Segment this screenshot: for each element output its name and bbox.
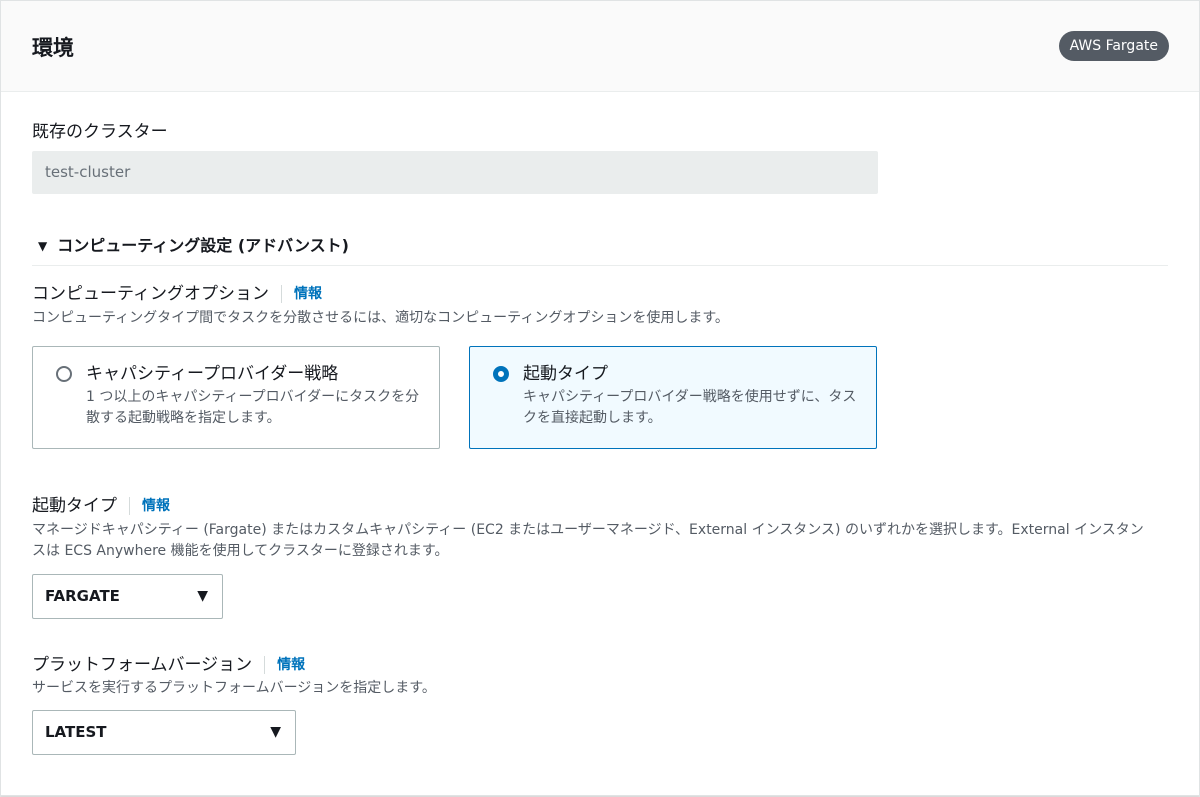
existing-cluster-field: test-cluster bbox=[32, 151, 878, 194]
platform-version-description: サービスを実行するプラットフォームバージョンを指定します。 bbox=[32, 680, 436, 696]
panel-title: 環境 bbox=[32, 36, 74, 60]
launch-type-select-value: FARGATE bbox=[45, 587, 120, 605]
capacity-provider-title: キャパシティープロバイダー戦略 bbox=[86, 364, 339, 384]
panel-header: 環境 AWS Fargate bbox=[1, 1, 1199, 92]
capacity-provider-radio[interactable] bbox=[56, 366, 72, 382]
environment-panel: 環境 AWS Fargate 既存のクラスター test-cluster ▼ コン… bbox=[0, 0, 1200, 796]
capacity-provider-description: 1 つ以上のキャパシティープロバイダーにタスクを分散する起動戦略を指定します。 bbox=[86, 389, 420, 426]
caret-down-icon: ▼ bbox=[38, 239, 48, 253]
launch-type-tile-description: キャパシティープロバイダー戦略を使用せずに、タスクを直接起動します。 bbox=[523, 389, 857, 426]
platform-version-label: プラットフォームバージョン bbox=[32, 655, 253, 675]
platform-version-label-row: プラットフォームバージョン 情報 bbox=[32, 650, 305, 675]
advanced-compute-expander[interactable]: ▼ コンピューティング設定 (アドバンスト) bbox=[38, 232, 349, 256]
launch-type-label: 起動タイプ bbox=[32, 496, 117, 516]
section-divider bbox=[32, 265, 1168, 266]
platform-version-info-link[interactable]: 情報 bbox=[264, 656, 305, 674]
launch-type-label-row: 起動タイプ 情報 bbox=[32, 491, 170, 516]
launch-type-tile-title: 起動タイプ bbox=[523, 364, 608, 384]
dropdown-caret-icon: ▼ bbox=[270, 724, 281, 740]
compute-options-label-row: コンピューティングオプション 情報 bbox=[32, 279, 322, 304]
capacity-provider-strategy-tile[interactable]: キャパシティープロバイダー戦略 1 つ以上のキャパシティープロバイダーにタスクを… bbox=[32, 346, 440, 449]
existing-cluster-label: 既存のクラスター bbox=[32, 122, 168, 142]
fargate-badge: AWS Fargate bbox=[1058, 31, 1169, 61]
advanced-compute-title: コンピューティング設定 (アドバンスト) bbox=[57, 236, 349, 255]
launch-type-tile[interactable]: 起動タイプ キャパシティープロバイダー戦略を使用せずに、タスクを直接起動します。 bbox=[469, 346, 877, 449]
platform-version-select-value: LATEST bbox=[45, 723, 107, 741]
dropdown-caret-icon: ▼ bbox=[197, 588, 208, 604]
launch-type-description: マネージドキャパシティー (Fargate) またはカスタムキャパシティー (E… bbox=[32, 522, 1144, 559]
launch-type-info-link[interactable]: 情報 bbox=[129, 497, 170, 515]
launch-type-select[interactable]: FARGATE ▼ bbox=[32, 574, 223, 619]
platform-version-select[interactable]: LATEST ▼ bbox=[32, 710, 296, 755]
compute-options-label: コンピューティングオプション bbox=[32, 284, 269, 304]
compute-options-info-link[interactable]: 情報 bbox=[280, 285, 322, 303]
launch-type-radio[interactable] bbox=[493, 366, 509, 382]
compute-options-description: コンピューティングタイプ間でタスクを分散させるには、適切なコンピューティングオプ… bbox=[32, 310, 729, 326]
